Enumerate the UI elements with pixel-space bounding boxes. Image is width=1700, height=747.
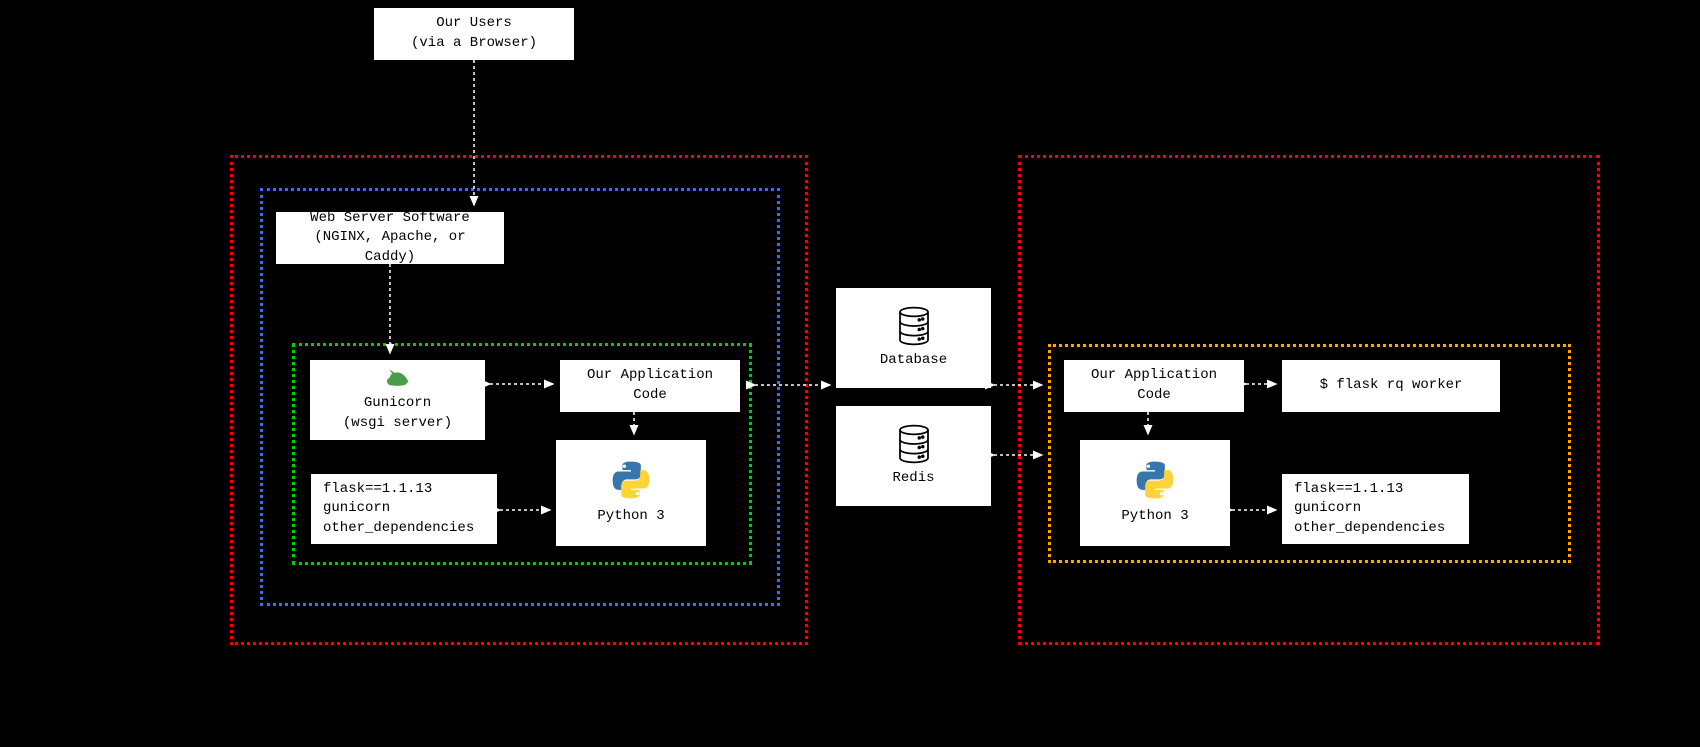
unicorn-icon xyxy=(384,366,412,390)
appcode-left-box: Our Application Code xyxy=(560,360,740,412)
deps-left-box: flask==1.1.13 gunicorn other_dependencie… xyxy=(311,474,497,544)
python-left-box: Python 3 xyxy=(556,440,706,546)
appcode-right-text: Our Application Code xyxy=(1076,366,1232,405)
deps-right-line1: flask==1.1.13 xyxy=(1294,480,1403,500)
gunicorn-line1: Gunicorn xyxy=(364,394,431,414)
deps-right-line2: gunicorn xyxy=(1294,499,1361,519)
gunicorn-line2: (wsgi server) xyxy=(343,414,452,434)
database-text: Database xyxy=(880,351,947,371)
python-icon-right xyxy=(1134,459,1176,501)
worker-cmd-box: $ flask rq worker xyxy=(1282,360,1500,412)
users-line1: Our Users xyxy=(436,14,512,34)
deps-right-box: flask==1.1.13 gunicorn other_dependencie… xyxy=(1282,474,1469,544)
worker-cmd-text: $ flask rq worker xyxy=(1320,376,1463,396)
python-right-text: Python 3 xyxy=(1121,507,1188,527)
users-box: Our Users (via a Browser) xyxy=(374,8,574,60)
python-icon xyxy=(610,459,652,501)
deps-left-line2: gunicorn xyxy=(323,499,390,519)
database-box: Database xyxy=(836,288,991,388)
appcode-left-text: Our Application Code xyxy=(572,366,728,405)
deps-right-line3: other_dependencies xyxy=(1294,519,1445,539)
appcode-right-box: Our Application Code xyxy=(1064,360,1244,412)
webserver-line2: (NGINX, Apache, or Caddy) xyxy=(288,228,492,267)
gunicorn-box: Gunicorn (wsgi server) xyxy=(310,360,485,440)
webserver-box: Web Server Software (NGINX, Apache, or C… xyxy=(276,212,504,264)
redis-text: Redis xyxy=(892,469,934,489)
python-right-box: Python 3 xyxy=(1080,440,1230,546)
redis-box: Redis xyxy=(836,406,991,506)
redis-icon xyxy=(893,423,935,465)
python-left-text: Python 3 xyxy=(597,507,664,527)
deps-left-line1: flask==1.1.13 xyxy=(323,480,432,500)
users-line2: (via a Browser) xyxy=(411,34,537,54)
database-icon xyxy=(893,305,935,347)
webserver-line1: Web Server Software xyxy=(310,209,470,229)
deps-left-line3: other_dependencies xyxy=(323,519,474,539)
